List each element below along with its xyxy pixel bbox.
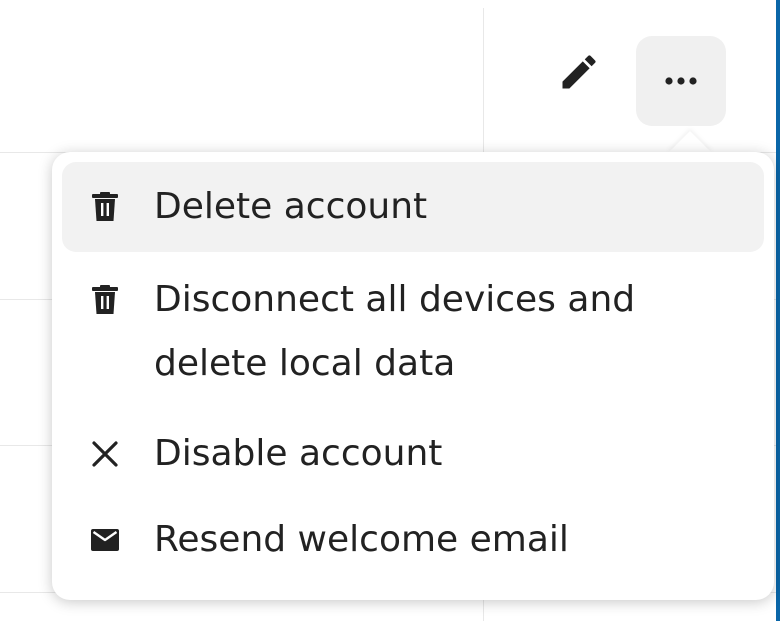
email-icon: [90, 525, 120, 555]
menu-item-disable-account[interactable]: Disable account: [62, 422, 764, 508]
actions-menu: Delete account Disconnect all devices an…: [52, 152, 774, 600]
trash-icon: [90, 285, 120, 315]
menu-item-label: Resend welcome email: [154, 519, 569, 560]
trash-icon: [90, 192, 120, 222]
menu-item-resend-welcome-email[interactable]: Resend welcome email: [62, 508, 764, 600]
menu-item-disconnect-devices[interactable]: Disconnect all devices and delete local …: [62, 252, 764, 422]
pencil-icon: [562, 55, 596, 89]
more-horizontal-icon: [665, 77, 697, 85]
close-icon: [90, 439, 120, 469]
menu-item-delete-account[interactable]: Delete account: [62, 162, 764, 252]
more-actions-button[interactable]: [636, 36, 726, 126]
scrollbar-edge: [776, 0, 780, 621]
menu-item-label: Disable account: [154, 433, 443, 474]
actions-menu-list: Delete account Disconnect all devices an…: [62, 162, 764, 600]
menu-item-label: Disconnect all devices and delete local …: [154, 279, 636, 384]
edit-button[interactable]: [543, 36, 615, 108]
menu-item-label: Delete account: [154, 186, 428, 227]
popover-arrow: [668, 131, 712, 153]
